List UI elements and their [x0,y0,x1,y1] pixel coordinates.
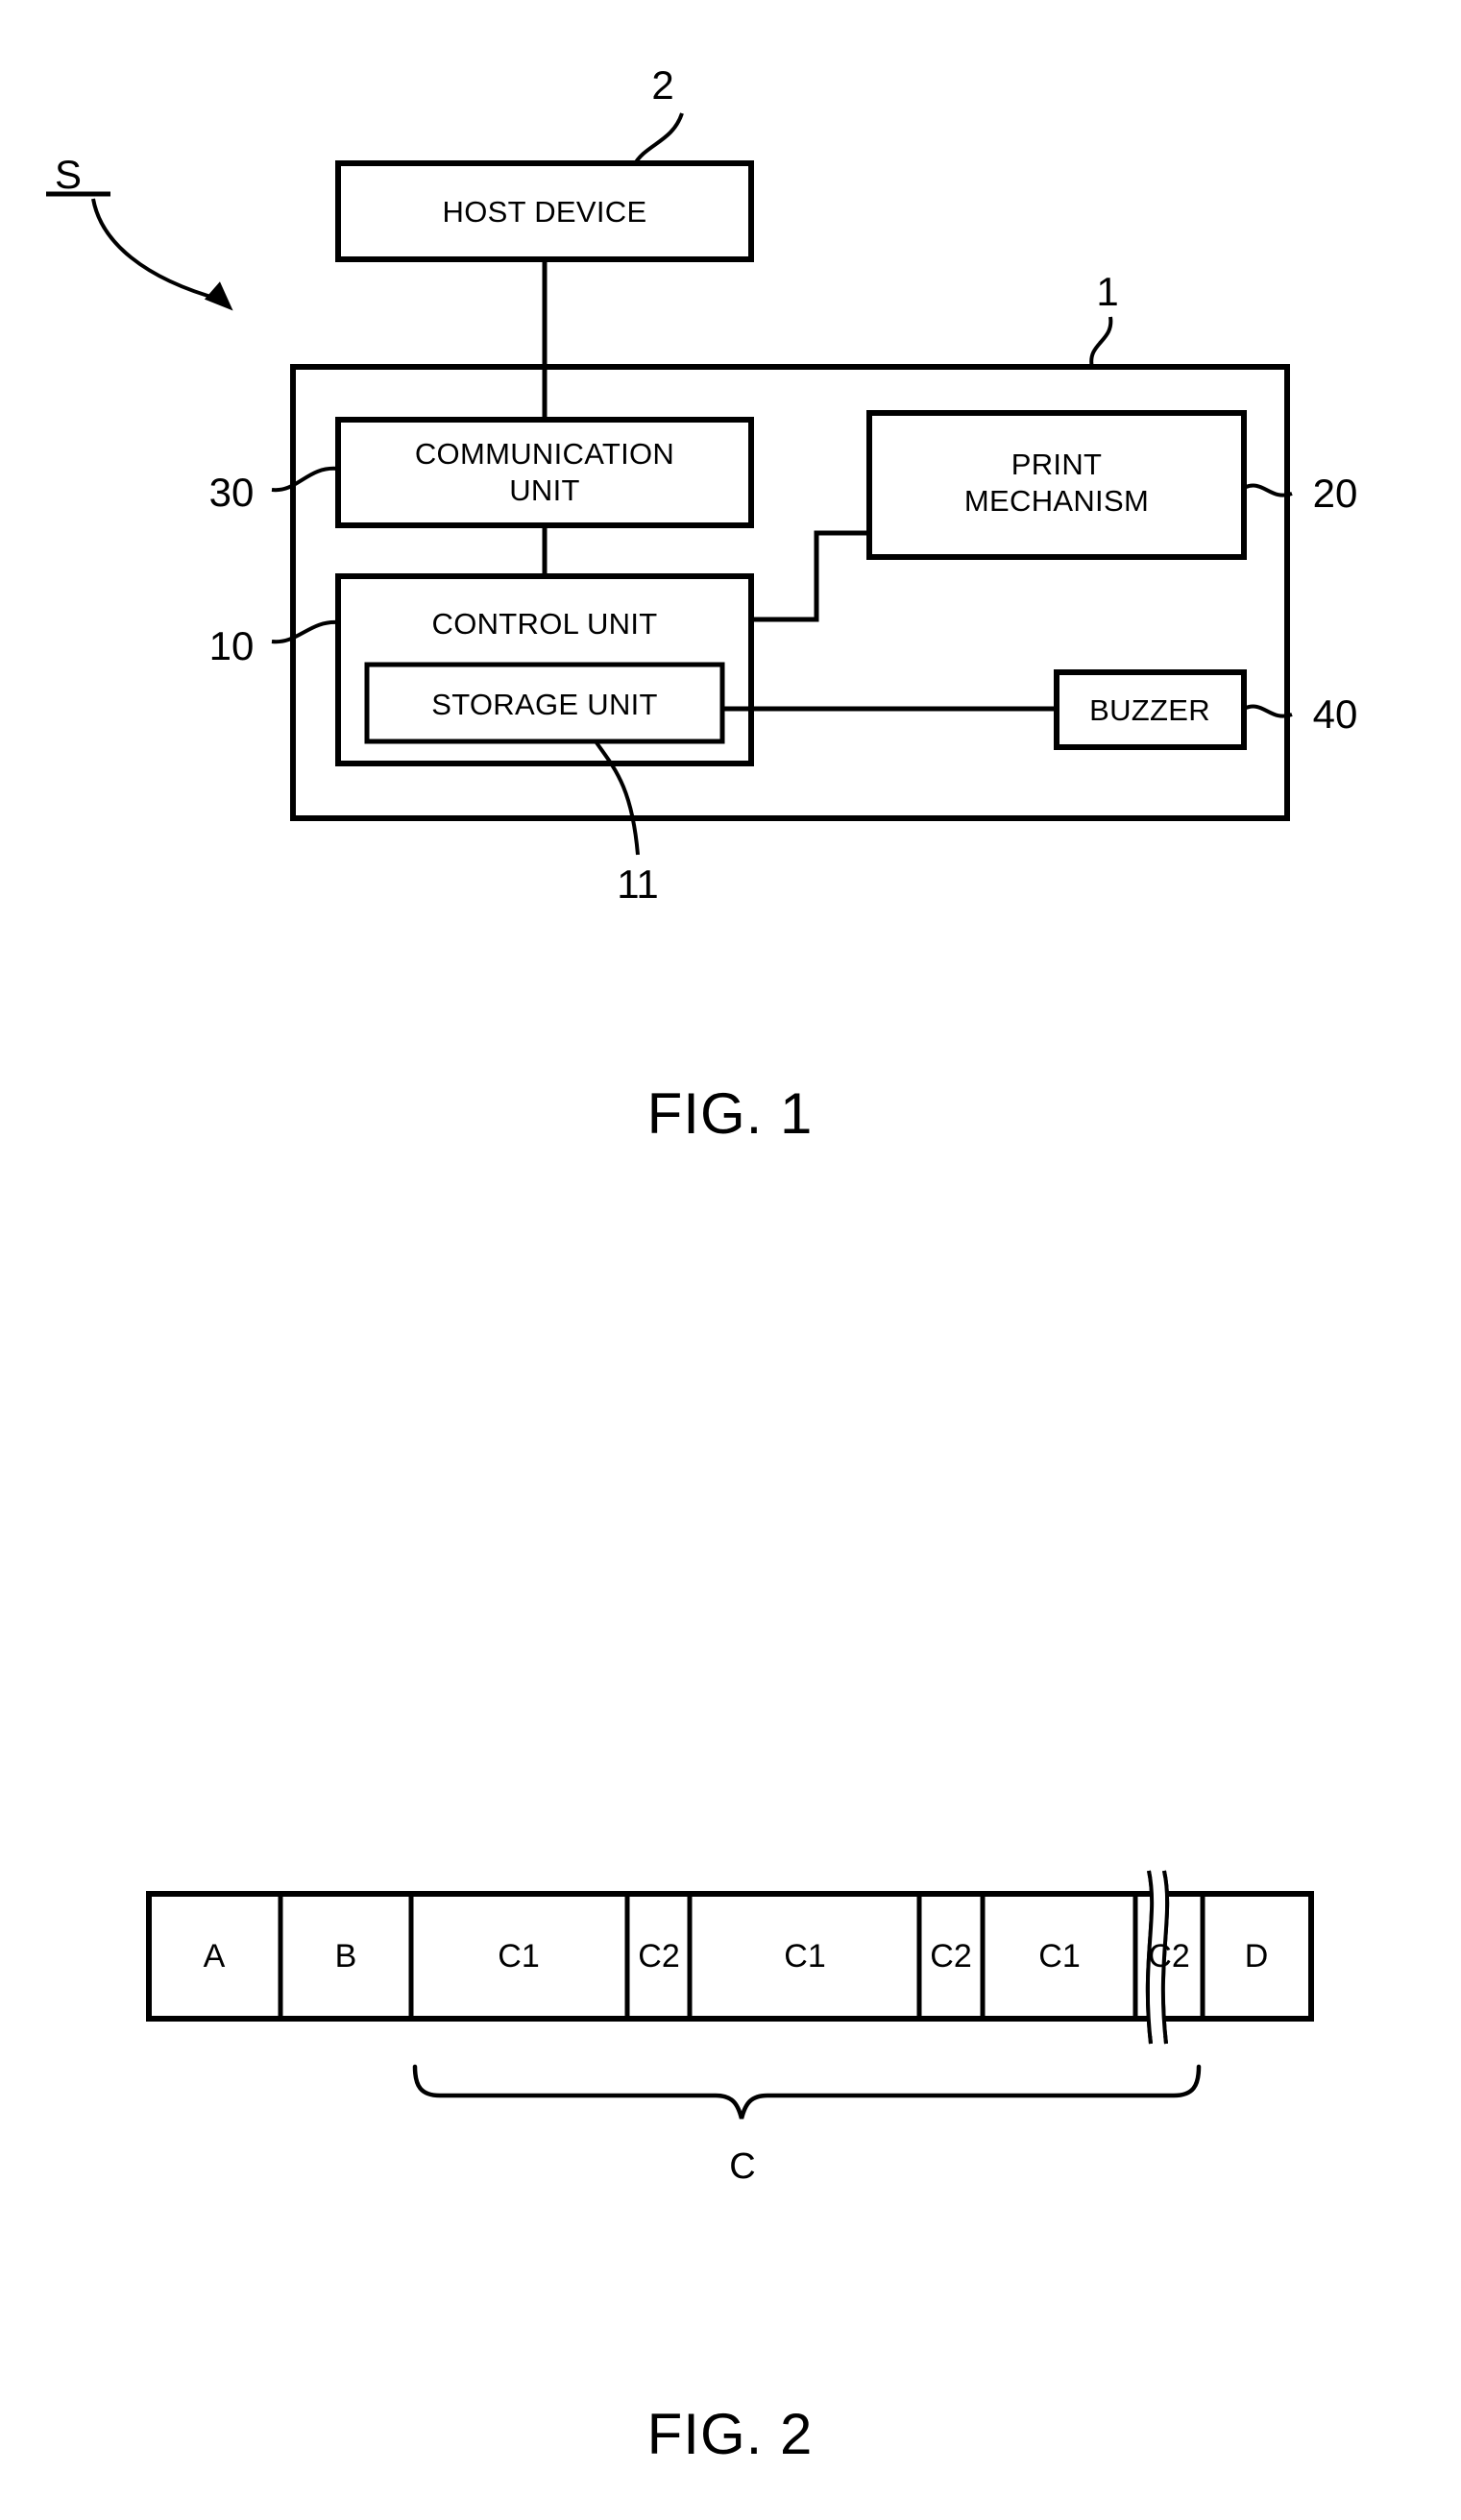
ref-number-11: 11 [617,861,659,907]
figure2-cell-label: A [204,1938,226,1975]
print-mechanism-label-line2: MECHANISM [964,484,1149,518]
ref-number-20: 20 [1313,471,1358,516]
ref-number-40: 40 [1313,691,1358,737]
figure2-cell-label: C1 [498,1938,539,1975]
figures-text-layer: S 2 HOST DEVICE 1 30 COMMUNICATION UNIT … [55,62,1358,2466]
communication-unit-label-line2: UNIT [509,473,580,507]
ref-number-30: 30 [209,470,255,515]
figure2-cell-label: C1 [784,1938,825,1975]
figure2-cell-label: C2 [930,1938,971,1975]
buzzer-label: BUZZER [1089,693,1210,727]
ref-number-10: 10 [209,623,255,668]
figure2-brace-label-c: C [729,2146,755,2187]
figure2-cell-label: C2 [1148,1938,1189,1975]
figure2-cell-label: C1 [1038,1938,1080,1975]
patent-figure-sheet: S 2 HOST DEVICE 1 30 COMMUNICATION UNIT … [0,0,1461,2520]
ref-number-1: 1 [1096,269,1118,314]
control-unit-label: CONTROL UNIT [432,607,658,641]
figure2-cell-label: D [1245,1938,1269,1975]
figure2-cell-label: C2 [638,1938,679,1975]
host-device-label: HOST DEVICE [443,195,647,229]
print-mechanism-label-line1: PRINT [1011,448,1103,481]
ref-number-2: 2 [651,62,673,108]
storage-unit-label: STORAGE UNIT [431,688,658,721]
figure1-caption: FIG. 1 [647,1081,814,1146]
system-label-s: S [55,152,82,197]
figure2-cell-label: B [335,1938,357,1975]
communication-unit-label-line1: COMMUNICATION [415,437,674,471]
figure2-caption: FIG. 2 [647,2402,814,2466]
